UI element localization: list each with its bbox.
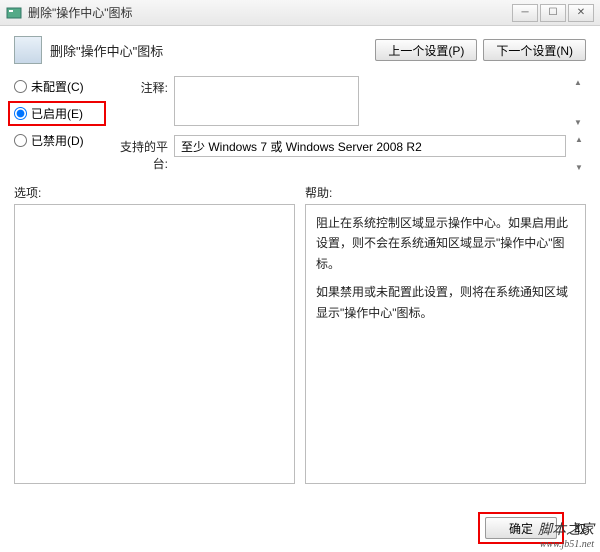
app-icon (6, 5, 22, 21)
options-column: 选项: (14, 184, 295, 484)
page-title: 删除"操作中心"图标 (50, 41, 375, 60)
window-controls: ─ ☐ ✕ (512, 4, 594, 22)
comment-scrollbar[interactable]: ▲ ▼ (570, 76, 586, 129)
scroll-down-icon[interactable]: ▼ (575, 163, 583, 172)
help-column: 帮助: 阻止在系统控制区域显示操作中心。如果启用此设置，则不会在系统通知区域显示… (305, 184, 586, 484)
radio-disabled-input[interactable] (14, 134, 27, 147)
watermark: 脚本之家 www.jb51.net (538, 519, 594, 550)
platform-scroll[interactable]: ▲ ▼ (572, 135, 586, 172)
maximize-button[interactable]: ☐ (540, 4, 566, 22)
platform-label: 支持的平台: (110, 135, 168, 172)
radio-disabled[interactable]: 已禁用(D) (14, 132, 100, 149)
platform-value: 至少 Windows 7 或 Windows Server 2008 R2 (181, 138, 422, 155)
watermark-url: www.jb51.net (538, 539, 594, 550)
minimize-button[interactable]: ─ (512, 4, 538, 22)
title-bar: 删除"操作中心"图标 ─ ☐ ✕ (0, 0, 600, 26)
config-section: 未配置(C) 已启用(E) 已禁用(D) 注释: ▲ ▼ 支持的平台: (0, 72, 600, 178)
platform-box: 至少 Windows 7 或 Windows Server 2008 R2 (174, 135, 566, 157)
radio-not-configured-label: 未配置(C) (31, 78, 84, 95)
nav-buttons: 上一个设置(P) 下一个设置(N) (375, 39, 586, 61)
watermark-text: 脚本之家 (538, 523, 594, 538)
comment-input[interactable] (174, 76, 359, 126)
scroll-up-icon[interactable]: ▲ (574, 78, 582, 87)
help-paragraph-2: 如果禁用或未配置此设置，则将在系统通知区域显示"操作中心"图标。 (316, 282, 575, 323)
policy-icon (14, 36, 42, 64)
scroll-down-icon[interactable]: ▼ (574, 118, 582, 127)
radio-group: 未配置(C) 已启用(E) 已禁用(D) (14, 76, 100, 172)
close-button[interactable]: ✕ (568, 4, 594, 22)
radio-enabled[interactable]: 已启用(E) (14, 105, 100, 122)
options-panel (14, 204, 295, 484)
radio-enabled-input[interactable] (14, 107, 27, 120)
prev-setting-button[interactable]: 上一个设置(P) (375, 39, 477, 61)
scroll-up-icon[interactable]: ▲ (575, 135, 583, 144)
split-panels: 选项: 帮助: 阻止在系统控制区域显示操作中心。如果启用此设置，则不会在系统通知… (0, 184, 600, 484)
help-panel: 阻止在系统控制区域显示操作中心。如果启用此设置，则不会在系统通知区域显示"操作中… (305, 204, 586, 484)
right-column: 注释: ▲ ▼ 支持的平台: 至少 Windows 7 或 Windows Se… (110, 76, 586, 172)
radio-enabled-label: 已启用(E) (31, 105, 83, 122)
options-label: 选项: (14, 184, 295, 202)
help-label: 帮助: (305, 184, 586, 202)
highlight-enabled: 已启用(E) (8, 101, 106, 126)
radio-not-configured-input[interactable] (14, 80, 27, 93)
next-setting-button[interactable]: 下一个设置(N) (483, 39, 586, 61)
comment-label: 注释: (110, 76, 168, 129)
radio-not-configured[interactable]: 未配置(C) (14, 78, 100, 95)
platform-row: 支持的平台: 至少 Windows 7 或 Windows Server 200… (110, 135, 586, 172)
comment-row: 注释: ▲ ▼ (110, 76, 586, 129)
header-row: 删除"操作中心"图标 上一个设置(P) 下一个设置(N) (0, 26, 600, 72)
radio-disabled-label: 已禁用(D) (31, 132, 84, 149)
help-paragraph-1: 阻止在系统控制区域显示操作中心。如果启用此设置，则不会在系统通知区域显示"操作中… (316, 213, 575, 274)
window-title: 删除"操作中心"图标 (28, 4, 512, 21)
